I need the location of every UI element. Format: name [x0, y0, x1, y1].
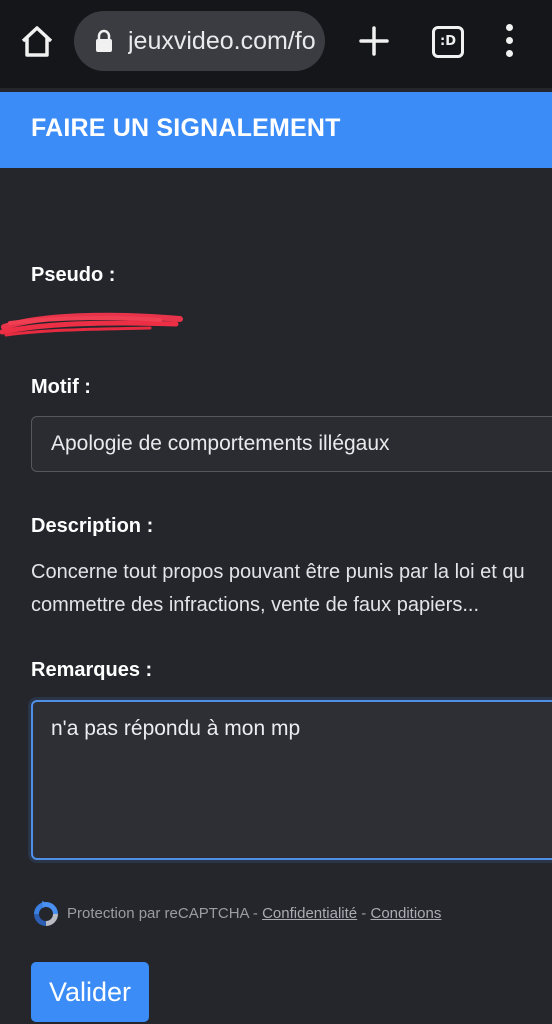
pseudo-label: Pseudo : [31, 264, 116, 286]
privacy-link[interactable]: Confidentialité [262, 905, 357, 922]
recaptcha-notice: Protection par reCAPTCHA - Confidentiali… [31, 899, 441, 929]
plus-icon[interactable] [355, 22, 393, 60]
page-title: FAIRE UN SIGNALEMENT [31, 114, 341, 142]
description-line: Concerne tout propos pouvant être punis … [31, 561, 525, 583]
submit-button[interactable]: Valider [31, 962, 149, 1022]
redacted-username [0, 312, 183, 337]
motif-label: Motif : [31, 376, 91, 398]
url-text: jeuxvideo.com/fo [128, 27, 316, 55]
description-line: commettre des infractions, vente de faux… [31, 594, 479, 616]
terms-link[interactable]: Conditions [370, 905, 441, 922]
recaptcha-separator: - [357, 905, 371, 922]
motif-select-value: Apologie de comportements illégaux [51, 432, 390, 455]
recaptcha-icon [34, 901, 58, 927]
recaptcha-text: Protection par reCAPTCHA - [67, 905, 263, 922]
home-icon[interactable] [17, 22, 57, 62]
remarques-label: Remarques : [31, 659, 153, 681]
lock-icon [96, 29, 112, 52]
description-label: Description : [31, 515, 154, 537]
description-text: Concerne tout propos pouvant être punis … [31, 556, 552, 622]
motif-select[interactable]: Apologie de comportements illégaux [31, 416, 552, 472]
page-header: FAIRE UN SIGNALEMENT [0, 92, 552, 168]
more-vert-icon[interactable] [499, 22, 519, 62]
remarques-textarea[interactable]: n'a pas répondu à mon mp [31, 700, 552, 860]
tabs-icon[interactable]: :D [432, 26, 464, 58]
browser-toolbar: jeuxvideo.com/fo :D [0, 0, 552, 88]
remarques-textarea-value: n'a pas répondu à mon mp [51, 717, 301, 740]
address-bar[interactable]: jeuxvideo.com/fo [74, 11, 325, 71]
